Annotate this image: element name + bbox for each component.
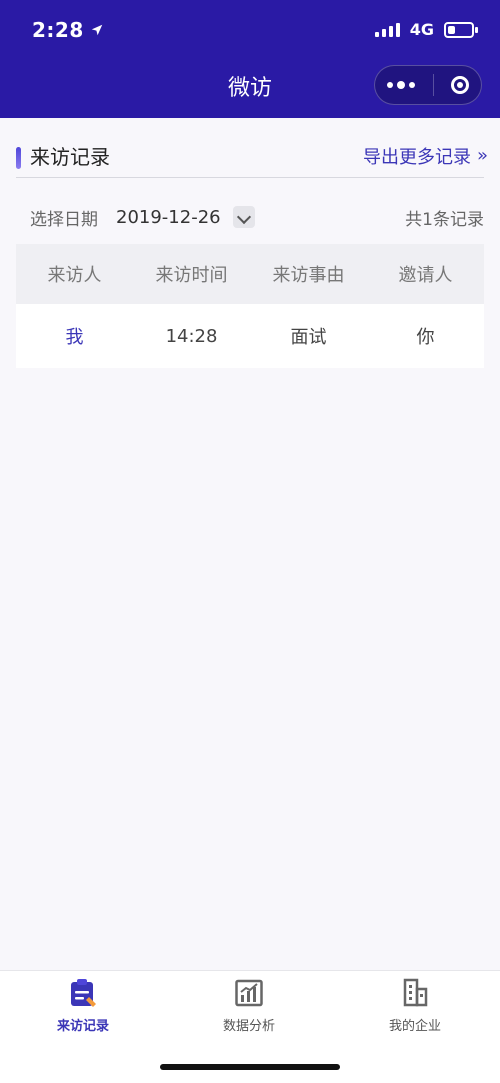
visit-records-table: 来访人 来访时间 来访事由 邀请人 我 14:28 面试 你 [16,244,484,368]
export-more-label: 导出更多记录 [362,147,471,168]
header-visit-reason: 来访事由 [272,265,345,286]
cell-visitor: 我 [65,327,84,348]
capsule-menu[interactable] [374,65,482,105]
export-more-link[interactable]: 导出更多记录 » [362,143,488,169]
section-title: 来访记录 [30,145,110,169]
battery-icon [444,21,478,38]
tab-label-my-company: 我的企业 [388,1019,441,1034]
total-records-count: 共1条记录 [405,209,484,230]
more-icon[interactable] [387,81,415,89]
tab-data-analysis[interactable]: 数据分析 [166,977,332,1037]
capsule-divider [432,74,434,96]
date-filter-label: 选择日期 [30,209,98,230]
data-analysis-icon [234,977,264,1009]
top-bar: 2:28 4G 微访 [0,0,500,118]
header-visitor: 来访人 [47,265,102,286]
my-company-icon [400,977,430,1009]
header-visit-time: 来访时间 [155,265,228,286]
tab-label-data-analysis: 数据分析 [222,1019,275,1034]
section-divider [16,177,484,178]
cell-visit-reason: 面试 [290,327,327,348]
visit-record-icon [68,977,98,1009]
close-target-icon[interactable] [451,76,469,94]
tab-my-company[interactable]: 我的企业 [332,977,498,1037]
section-header: 来访记录 导出更多记录 » [16,138,488,174]
home-indicator [160,1064,340,1070]
tab-label-visit-records: 来访记录 [56,1019,109,1034]
table-header: 来访人 来访时间 来访事由 邀请人 [16,244,484,304]
cell-inviter: 你 [416,327,435,348]
cell-visit-time: 14:28 [165,325,218,347]
date-filter-row: 选择日期 2019-12-26 共1条记录 [30,200,484,234]
status-right: 4G [374,20,478,39]
status-time: 2:28 [32,18,104,42]
signal-icon [374,22,400,37]
status-time-text: 2:28 [32,18,84,42]
location-arrow-icon [91,24,102,36]
network-type: 4G [409,20,434,39]
main-content: 来访记录 导出更多记录 » 选择日期 2019-12-26 共1条记录 来访人 … [0,118,500,970]
chevron-down-icon[interactable] [232,206,255,228]
table-row[interactable]: 我 14:28 面试 你 [16,304,484,368]
selected-date[interactable]: 2019-12-26 [116,207,221,228]
double-chevron-right-icon: » [476,144,488,166]
header-inviter: 邀请人 [398,265,453,286]
tab-visit-records[interactable]: 来访记录 [0,977,166,1037]
section-accent-bar [16,147,21,169]
